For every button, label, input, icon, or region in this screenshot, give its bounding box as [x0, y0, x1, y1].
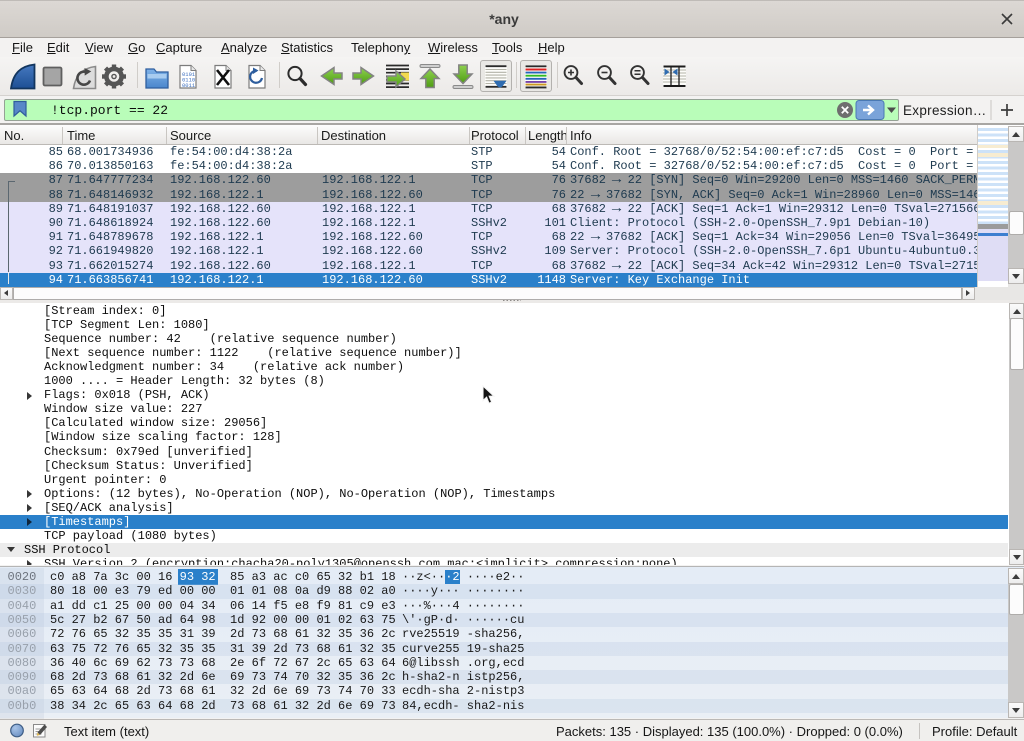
- svg-text:0011: 0011: [182, 82, 196, 89]
